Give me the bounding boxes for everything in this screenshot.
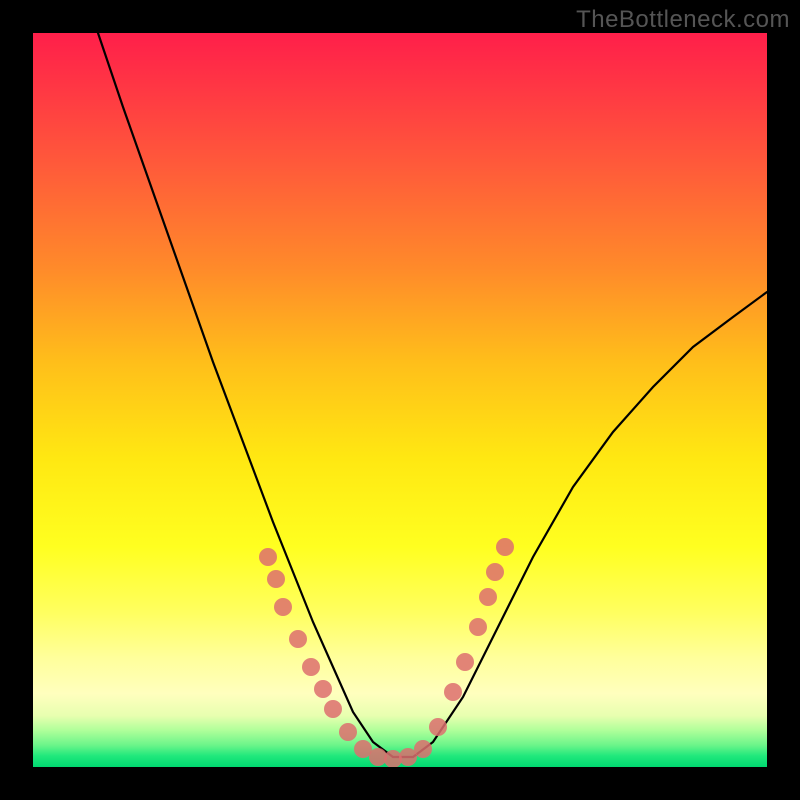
curve-marker (479, 588, 497, 606)
curve-marker (444, 683, 462, 701)
curve-marker (259, 548, 277, 566)
curve-marker (267, 570, 285, 588)
curve-marker (274, 598, 292, 616)
plot-area (33, 33, 767, 767)
chart-frame: TheBottleneck.com (0, 0, 800, 800)
curve-marker (456, 653, 474, 671)
curve-marker (496, 538, 514, 556)
curve-marker (289, 630, 307, 648)
curve-marker (314, 680, 332, 698)
watermark-text: TheBottleneck.com (576, 6, 790, 34)
curve-marker (429, 718, 447, 736)
curve-marker (339, 723, 357, 741)
curve-path (98, 33, 767, 757)
curve-svg (33, 33, 767, 767)
curve-marker (302, 658, 320, 676)
curve-marker (324, 700, 342, 718)
curve-marker (469, 618, 487, 636)
curve-marker (414, 740, 432, 758)
curve-marker (486, 563, 504, 581)
marker-layer (259, 538, 514, 767)
